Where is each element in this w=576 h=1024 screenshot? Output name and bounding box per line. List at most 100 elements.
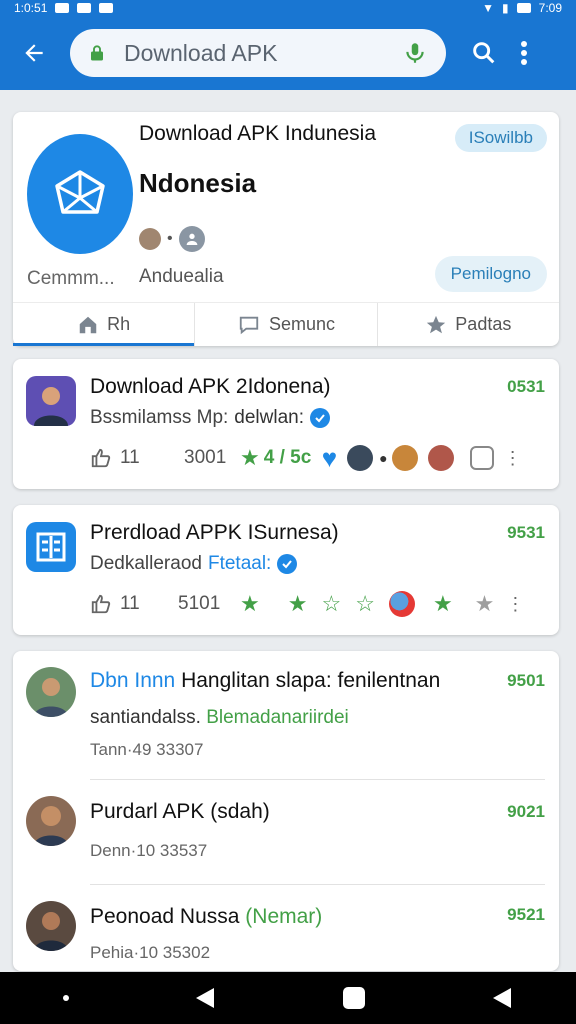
app-icon (26, 522, 76, 572)
verified-icon (277, 554, 298, 574)
tab-home[interactable]: Rh (13, 303, 195, 346)
url-text: Download APK (124, 39, 278, 66)
list-item-title: Dbn Innn Hanglitan slapa: fenilentnan (90, 669, 440, 693)
list-item-meta: Tann·49 33307 (90, 740, 204, 759)
user-avatar (347, 445, 374, 471)
list-item-title-accent: (Nemar) (245, 905, 323, 928)
author-avatar (139, 228, 161, 250)
list-item-meta: Denn·10 33537 (90, 841, 208, 860)
list-item-title-link[interactable]: Dbn Innn (90, 669, 175, 692)
search-icon (473, 42, 495, 64)
person-glyph (186, 233, 197, 245)
nav-dot-icon (62, 995, 69, 1001)
browser-toolbar: Download APK (0, 16, 576, 90)
header-tag-button[interactable]: ISowilbb (454, 124, 547, 152)
list-item[interactable]: Peonoad Nussa (Nemar) Pehia·10 35302 952… (13, 885, 559, 971)
author-avatar (26, 901, 76, 951)
nav-back-icon[interactable] (194, 986, 216, 1010)
status-time-right: 7:09 (538, 1, 562, 15)
list-item-badge: 9021 (507, 802, 545, 821)
nav-recents-icon[interactable] (491, 986, 513, 1010)
separator-dot: ● (379, 450, 388, 466)
url-bar[interactable]: Download APK (70, 29, 446, 77)
person-avatar-icon (34, 387, 68, 426)
author-avatar (26, 667, 76, 717)
more-options-icon[interactable]: ⋮ (504, 448, 522, 469)
app-meta-row: 11 5101 ★ ★ ☆ ☆ ★ ★ ⋮ (90, 589, 549, 619)
download-count: 5101 (178, 593, 221, 614)
app-subtitle: Dedkalleraod Ftetaal: (90, 553, 298, 575)
star-grey-icon: ★ (474, 591, 495, 616)
system-nav-bar (0, 972, 576, 1024)
app-subtitle-text: Dedkalleraod (90, 553, 202, 574)
star-outline-icon: ☆ (321, 591, 342, 616)
tab-label: Padtas (455, 314, 512, 334)
tab-ratings[interactable]: Padtas (376, 303, 559, 346)
app-list-card[interactable]: Prerdload APPK ISurnesa) Dedkalleraod Ft… (13, 505, 559, 635)
battery-icon (516, 3, 531, 13)
user-icon[interactable] (178, 226, 205, 252)
app-list-card[interactable]: Download APK 2Idonena) Bssmilamss Mp: de… (13, 359, 559, 489)
star-filled-icon: ★ (240, 591, 260, 616)
star-filled-icon: ★ (240, 445, 260, 470)
wifi-icon: ▼ (482, 1, 495, 15)
notification-icon (55, 3, 70, 13)
list-item[interactable]: Purdarl APK (sdah) Denn·10 33537 9021 (13, 780, 559, 885)
arrow-left-icon (25, 44, 43, 62)
app-subtitle-text: Bssmilamss Mp: (90, 407, 229, 428)
list-item-title-rest: Hanglitan slapa: fenilentnan (175, 669, 441, 692)
home-icon (79, 316, 97, 333)
thumbs-up-icon[interactable] (90, 593, 112, 615)
app-title: Prerdload APPK ISurnesa) (90, 521, 339, 544)
comment-icon (239, 316, 259, 334)
app-subtitle: Bssmilamss Mp: delwlan: (90, 407, 331, 429)
tab-bar: Rh Semunc Padtas (13, 302, 559, 346)
list-item[interactable]: Dbn Innn Hanglitan slapa: fenilentnan sa… (13, 651, 559, 780)
action-pill-button[interactable]: Pemilogno (434, 256, 547, 292)
rating-value: 4 / 5c (263, 447, 312, 468)
emoji-icon[interactable] (469, 446, 494, 470)
tab-label: Semunc (268, 314, 336, 334)
list-item-subtitle-accent: Blemadanariirdei (206, 707, 349, 728)
related-list-card: Dbn Innn Hanglitan slapa: fenilentnan sa… (13, 651, 559, 971)
app-logo (27, 134, 133, 254)
separator-dot: • (167, 230, 173, 247)
search-button[interactable] (464, 33, 504, 73)
nav-home-icon[interactable] (342, 986, 366, 1010)
signal-icon: ▮ (502, 1, 509, 15)
list-item-title: Peonoad Nussa (Nemar) (90, 905, 322, 929)
list-item-meta: Pehia·10 35302 (90, 943, 211, 962)
app-avatar (26, 376, 76, 426)
status-time-left: 1:0:51 (14, 1, 48, 15)
more-options-button[interactable] (510, 33, 538, 73)
back-button[interactable] (12, 31, 56, 75)
app-subtitle-accent: delwlan: (234, 407, 305, 428)
user-avatar (427, 445, 454, 471)
star-filled-icon: ★ (432, 591, 453, 616)
list-item-title: Purdarl APK (sdah) (90, 800, 270, 823)
list-item-badge: 9521 (507, 905, 545, 924)
notification-icon (77, 3, 92, 13)
verified-icon (310, 408, 331, 428)
notification-icon (99, 3, 114, 13)
mic-icon[interactable] (402, 40, 428, 66)
app-version-badge: 9531 (507, 523, 545, 542)
list-item-subtitle: santiandalss. Blemadanariirdei (90, 707, 349, 729)
author-avatar (26, 796, 76, 846)
app-meta-row: 11 3001 ★ 4 / 5c ♥ ● ⋮ (90, 443, 549, 473)
tab-comments[interactable]: Semunc (194, 303, 376, 346)
likes-count: 11 (120, 447, 140, 468)
tab-label: Rh (107, 314, 131, 334)
page-title: Download APK Indunesia (139, 122, 376, 145)
list-item-badge: 9501 (507, 671, 545, 690)
heart-icon[interactable]: ♥ (322, 443, 337, 474)
cube-logo-icon (55, 170, 105, 214)
category-label: Cemmm... (27, 268, 115, 289)
list-item-title-text: Peonoad Nussa (90, 905, 246, 928)
more-options-icon[interactable]: ⋮ (506, 594, 524, 615)
likes-count: 11 (120, 593, 140, 614)
book-logo-icon (36, 532, 66, 562)
user-avatar (391, 445, 418, 471)
thumbs-up-icon[interactable] (90, 447, 112, 469)
author-row: • (139, 226, 205, 252)
